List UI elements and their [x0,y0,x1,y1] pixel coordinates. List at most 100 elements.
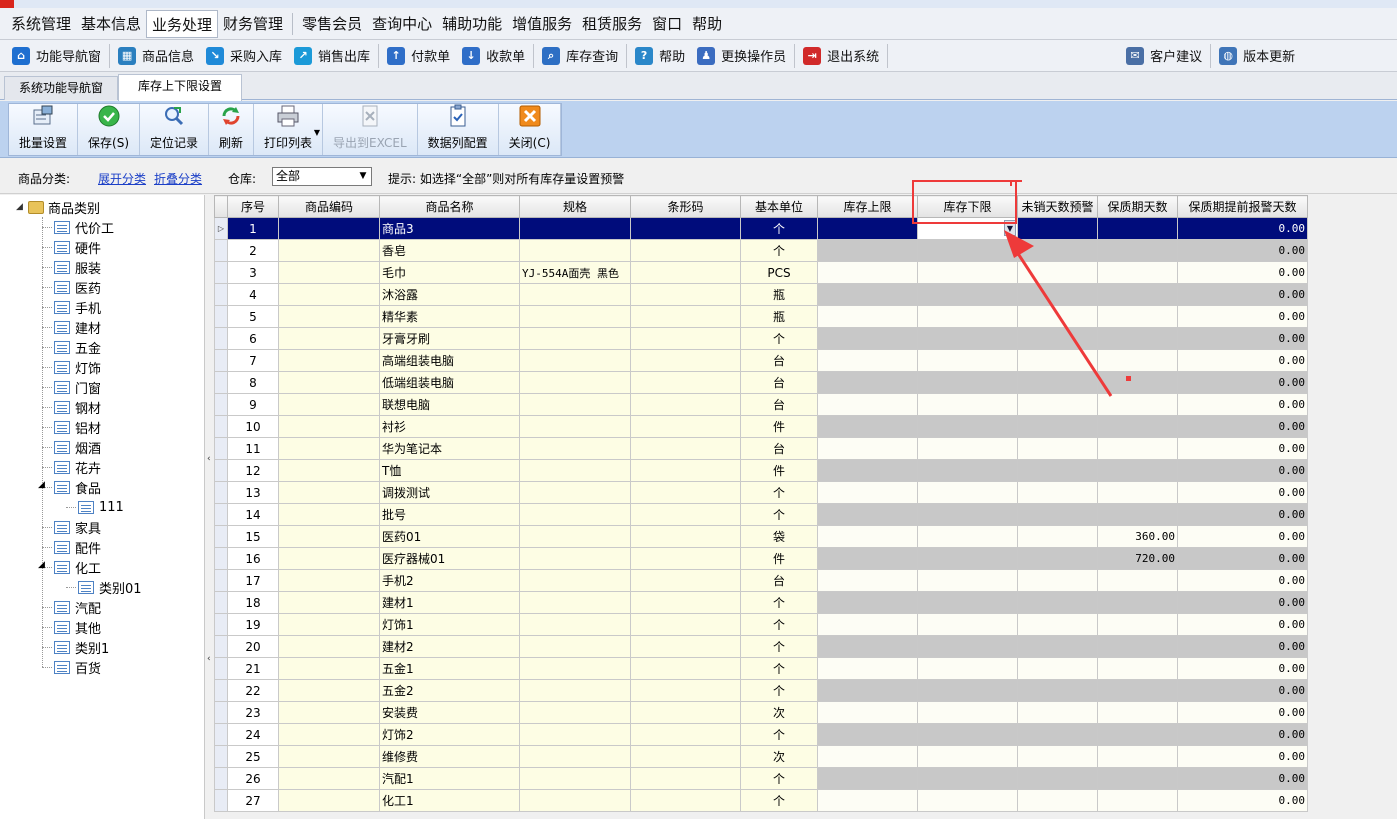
cell-barcode[interactable] [630,789,741,812]
cell-spec[interactable] [519,745,631,768]
cell-spec[interactable]: YJ-554A面壳 黑色 [519,261,631,284]
cell-barcode[interactable] [630,591,741,614]
table-row[interactable]: ▷ 1 商品3 个 ▼ 0.00 [214,217,1308,240]
cell-shelf[interactable] [1097,283,1178,306]
cell-lower[interactable] [917,569,1018,592]
cell-spec[interactable] [519,679,631,702]
cell-spec[interactable] [519,305,631,328]
cell-upper[interactable] [817,635,918,658]
ribbon-button-2[interactable]: 定位记录 [140,104,210,155]
cell-spec[interactable] [519,437,631,460]
cell-upper[interactable] [817,789,918,812]
cell-warn[interactable]: 0.00 [1177,591,1308,614]
cell-spec[interactable] [519,635,631,658]
cell-spec[interactable] [519,239,631,262]
cell-unsold[interactable] [1017,767,1098,790]
cell-barcode[interactable] [630,701,741,724]
cell-unsold[interactable] [1017,305,1098,328]
menu-item-6[interactable]: 辅助功能 [437,10,507,38]
table-row[interactable]: 2 香皂 个 0.00 [214,239,1308,262]
cell-unit[interactable]: 个 [740,591,818,614]
cell-shelf[interactable] [1097,327,1178,350]
cell-unit[interactable]: 个 [740,613,818,636]
cell-unsold[interactable] [1017,349,1098,372]
cell-lower[interactable] [917,613,1018,636]
cell-name[interactable]: 灯饰2 [379,723,520,746]
cell-warn[interactable]: 0.00 [1177,635,1308,658]
quick-button-5[interactable]: ↓ 收款单 [456,42,531,70]
cell-upper[interactable] [817,767,918,790]
cell-code[interactable] [278,239,380,262]
cell-shelf[interactable] [1097,371,1178,394]
cell-warn[interactable]: 0.00 [1177,503,1308,526]
cell-lower[interactable] [917,283,1018,306]
cell-upper[interactable] [817,701,918,724]
cell-upper[interactable] [817,679,918,702]
cell-shelf[interactable] [1097,701,1178,724]
cell-warn[interactable]: 0.00 [1177,789,1308,812]
cell-code[interactable] [278,349,380,372]
table-row[interactable]: 16 医疗器械01 件 720.00 0.00 [214,547,1308,570]
table-row[interactable]: 27 化工1 个 0.00 [214,789,1308,812]
cell-lower[interactable] [917,679,1018,702]
tree-item[interactable]: 医药 [54,277,101,297]
cell-code[interactable] [278,415,380,438]
cell-spec[interactable] [519,525,631,548]
cell-barcode[interactable] [630,305,741,328]
column-header-10[interactable]: 保质期提前报警天数 [1177,195,1308,218]
cell-warn[interactable]: 0.00 [1177,437,1308,460]
cell-lower[interactable] [917,767,1018,790]
collapse-left-icon[interactable]: ‹ [207,453,212,465]
cell-barcode[interactable] [630,437,741,460]
cell-unit[interactable]: 个 [740,217,818,240]
cell-barcode[interactable] [630,371,741,394]
cell-spec[interactable] [519,371,631,394]
cell-unsold[interactable] [1017,327,1098,350]
cell-unit[interactable]: 个 [740,723,818,746]
cell-upper[interactable] [817,723,918,746]
collapse-left-icon-2[interactable]: ‹ [207,653,212,665]
cell-warn[interactable]: 0.00 [1177,283,1308,306]
cell-lower[interactable] [917,591,1018,614]
cell-barcode[interactable] [630,723,741,746]
cell-unit[interactable]: 件 [740,547,818,570]
cell-lower[interactable] [917,437,1018,460]
cell-lower[interactable] [917,327,1018,350]
cell-unsold[interactable] [1017,415,1098,438]
menu-item-9[interactable]: 窗口 [647,10,687,38]
cell-unit[interactable]: 次 [740,701,818,724]
table-row[interactable]: 7 高端组装电脑 台 0.00 [214,349,1308,372]
expand-toggle-icon[interactable]: ◢ [38,560,45,570]
cell-barcode[interactable] [630,283,741,306]
cell-spec[interactable] [519,701,631,724]
cell-upper[interactable] [817,283,918,306]
quick-button-7[interactable]: ? 帮助 [629,42,691,70]
cell-lower[interactable] [917,635,1018,658]
cell-lower[interactable] [917,261,1018,284]
cell-lower[interactable] [917,503,1018,526]
cell-shelf[interactable] [1097,261,1178,284]
cell-unit[interactable]: 台 [740,569,818,592]
cell-barcode[interactable] [630,393,741,416]
cell-barcode[interactable] [630,613,741,636]
cell-name[interactable]: 精华素 [379,305,520,328]
cell-shelf[interactable] [1097,349,1178,372]
cell-barcode[interactable] [630,547,741,570]
ribbon-button-1[interactable]: 保存(S) [78,104,140,155]
ribbon-button-6[interactable]: 数据列配置 [418,104,499,155]
cell-unit[interactable]: 个 [740,679,818,702]
cell-shelf[interactable] [1097,437,1178,460]
quick-button-11[interactable]: ◍ 版本更新 [1213,42,1301,70]
menu-item-1[interactable]: 基本信息 [76,10,146,38]
cell-spec[interactable] [519,723,631,746]
expand-toggle-icon[interactable]: ◢ [38,480,45,490]
cell-code[interactable] [278,261,380,284]
cell-shelf[interactable] [1097,767,1178,790]
warehouse-select[interactable]: 全部 ▼ [272,167,372,186]
dropdown-arrow-icon[interactable]: ▼ [314,128,320,137]
cell-lower[interactable]: ▼ [917,217,1018,240]
cell-unsold[interactable] [1017,701,1098,724]
cell-warn[interactable]: 0.00 [1177,305,1308,328]
cell-code[interactable] [278,547,380,570]
cell-lower[interactable] [917,745,1018,768]
